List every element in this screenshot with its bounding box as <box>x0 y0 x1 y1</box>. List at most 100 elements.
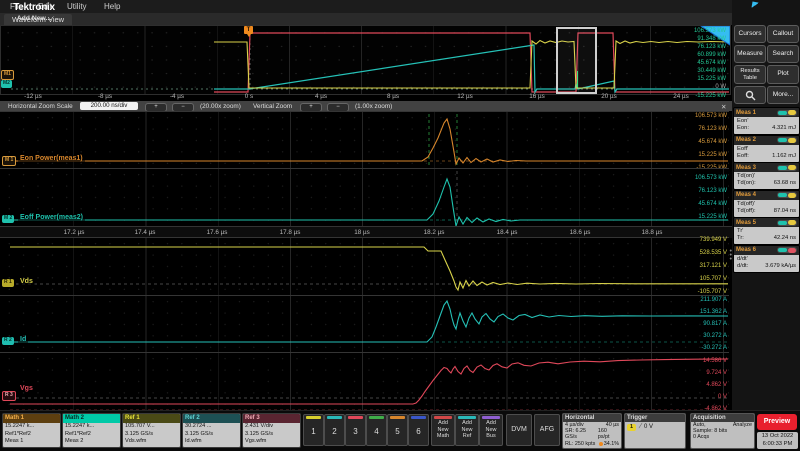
callout-button[interactable]: Callout <box>767 25 799 43</box>
overview-badge-m2[interactable]: M2 <box>1 80 12 88</box>
channel-4-button[interactable]: 4 <box>366 414 387 446</box>
math1-card[interactable]: Math 1 15.2247 k...Ref1*Ref2Meas 1 <box>2 413 61 448</box>
channel-3-button[interactable]: 3 <box>345 414 366 446</box>
time-tick: -4 µs <box>170 93 184 100</box>
cursors-button[interactable]: Cursors <box>734 25 766 43</box>
meas-label: Td(off): <box>737 208 756 215</box>
waveform-badge-r3[interactable]: R 3 <box>2 391 16 401</box>
channel-1-button[interactable]: 1 <box>303 414 324 446</box>
meas-toggle[interactable] <box>777 165 797 171</box>
meas-name: Meas 4 <box>736 192 756 198</box>
preview-button[interactable]: Preview <box>757 414 797 430</box>
tektronix-logo-mark <box>752 2 759 9</box>
measure-button[interactable]: Measure <box>734 45 766 63</box>
slice-vds[interactable] <box>0 237 729 296</box>
acquisition-panel-title: Acquisition <box>691 414 754 422</box>
zoom-window-box[interactable] <box>556 27 597 94</box>
slice-eon-power[interactable] <box>0 111 729 169</box>
card-title: Math 1 <box>3 414 60 423</box>
meas-toggle[interactable] <box>777 192 797 198</box>
acquisition-panel[interactable]: Acquisition Auto,Analyze Sample: 8 bits … <box>690 413 755 449</box>
ref3-card[interactable]: Ref 3 2.431 V/div3.125 GS/sVgs.wfm <box>242 413 301 448</box>
waveform-badge-m2[interactable]: M 2 <box>2 215 14 223</box>
acq-count: 0 Acqs <box>693 434 709 440</box>
meas-6-card[interactable]: Meas 6 d/dt' d/dt:3.679 kA/µs <box>733 245 800 273</box>
meas-expr: Tr' <box>737 228 796 235</box>
meas-5-card[interactable]: Meas 5 Tr' Tr:42.24 ns <box>733 217 800 245</box>
meas-toggle[interactable] <box>777 110 797 116</box>
waveform-label-eoff[interactable]: Eoff Power(meas2) <box>18 214 85 221</box>
y-label: 105.707 V <box>640 276 727 283</box>
ref2-card[interactable]: Ref 2 30.2724 ...3.125 GS/sId.wfm <box>182 413 241 448</box>
overview-badge-m1[interactable]: M1 <box>1 70 14 80</box>
card-title: Ref 1 <box>123 414 180 423</box>
h-sample-rate: SR: 6.25 GS/s <box>565 428 598 440</box>
card-title: Math 2 <box>63 414 120 423</box>
meas-value: 4.321 mJ <box>772 125 796 132</box>
time-tick: 17.2 µs <box>64 229 85 236</box>
h-zoom-scale-field[interactable]: 200.00 ns/div <box>80 102 138 110</box>
card-row: 3.125 GS/s <box>125 431 178 439</box>
add-new-ref-button[interactable]: Add New Ref <box>455 414 479 446</box>
waveform-badge-r1[interactable]: R 1 <box>2 279 14 287</box>
math2-card[interactable]: Math 2 15.2247 k...Ref1*Ref2Meas 2 <box>62 413 121 448</box>
waveform-label-id[interactable]: Id <box>18 336 28 343</box>
add-new-math-button[interactable]: Add New Math <box>431 414 455 446</box>
channel-6-button[interactable]: 6 <box>408 414 429 446</box>
waveform-label-vgs[interactable]: Vgs <box>18 385 35 392</box>
meas-value: 87.04 ns <box>774 208 796 215</box>
time-tick: 24 µs <box>673 93 689 100</box>
time-tick: 17.4 µs <box>135 229 156 236</box>
y-label: 15.225 kW <box>640 214 727 221</box>
meas-3-card[interactable]: Meas 3 Td(on)' Td(on):63.68 ns <box>733 162 800 190</box>
waveform-badge-r2[interactable]: R 2 <box>2 337 14 345</box>
afg-button[interactable]: AFG <box>534 414 560 446</box>
panel-splitter-handle[interactable]: ••• <box>730 250 733 264</box>
add-new-bus-button[interactable]: Add New Bus <box>479 414 503 446</box>
time-tick: 12 µs <box>457 93 473 100</box>
meas-label: d/dt: <box>737 263 748 270</box>
menu-item-utility[interactable]: Utility <box>67 2 87 11</box>
time-tick: 4 µs <box>315 93 327 100</box>
menu-item-help[interactable]: Help <box>104 2 120 11</box>
zoom-close-icon[interactable]: ✕ <box>721 103 726 111</box>
more-button[interactable]: More... <box>767 86 799 104</box>
h-zoom-scale-label: Horizontal Zoom Scale <box>8 103 73 110</box>
meas-expr: Td(off)' <box>737 201 796 208</box>
waveform-badge-m1[interactable]: M 1 <box>2 156 16 166</box>
waveform-overview[interactable] <box>0 25 731 95</box>
trigger-position-marker[interactable]: T <box>244 26 253 34</box>
y-label: 45.674 kW <box>640 201 727 208</box>
y-label: 317.121 V <box>640 263 727 270</box>
search-button[interactable]: Search <box>767 45 799 63</box>
channel-2-button[interactable]: 2 <box>324 414 345 446</box>
meas-toggle[interactable] <box>777 220 797 226</box>
slice-vgs[interactable] <box>0 352 729 411</box>
waveform-label-vds[interactable]: Vds <box>18 278 35 285</box>
time-tick: 17.6 µs <box>207 229 228 236</box>
meas-4-card[interactable]: Meas 4 Td(off)' Td(off): 87.04 ns <box>733 190 800 218</box>
meas-toggle[interactable] <box>777 137 797 143</box>
meas-name: Meas 6 <box>736 247 756 253</box>
y-label: 76.123 kW <box>640 188 727 195</box>
plot-button[interactable]: Plot <box>767 65 799 84</box>
meas-label: Td(on): <box>737 180 756 187</box>
trigger-panel[interactable]: Trigger 1 / 0 V <box>624 413 686 449</box>
y-label: 90.817 A <box>640 321 727 328</box>
zoom-tool-button[interactable] <box>734 86 766 104</box>
card-title: Ref 3 <box>243 414 300 423</box>
slice-id[interactable] <box>0 295 729 353</box>
ref1-card[interactable]: Ref 1 105.707 V...3.125 GS/sVds.wfm <box>122 413 181 448</box>
horizontal-panel-title: Horizontal <box>563 414 621 422</box>
meas-toggle[interactable] <box>777 247 797 253</box>
h-position: 34.1% <box>604 441 619 447</box>
results-table-button[interactable]: Results Table <box>734 65 766 84</box>
waveform-label-eon[interactable]: Eon Power(meas1) <box>18 155 85 162</box>
dvm-button[interactable]: DVM <box>506 414 532 446</box>
channel-5-button[interactable]: 5 <box>387 414 408 446</box>
v-zoom-factor: (1.00x zoom) <box>355 103 392 110</box>
horizontal-panel[interactable]: Horizontal 4 µs/div40 µs SR: 6.25 GS/s16… <box>562 413 622 449</box>
slice-eoff-power[interactable] <box>0 168 729 227</box>
meas-1-card[interactable]: Meas 1 Eon' Eon:4.321 mJ <box>733 107 800 135</box>
meas-2-card[interactable]: Meas 2 Eoff' Eoff:1.162 mJ <box>733 135 800 163</box>
